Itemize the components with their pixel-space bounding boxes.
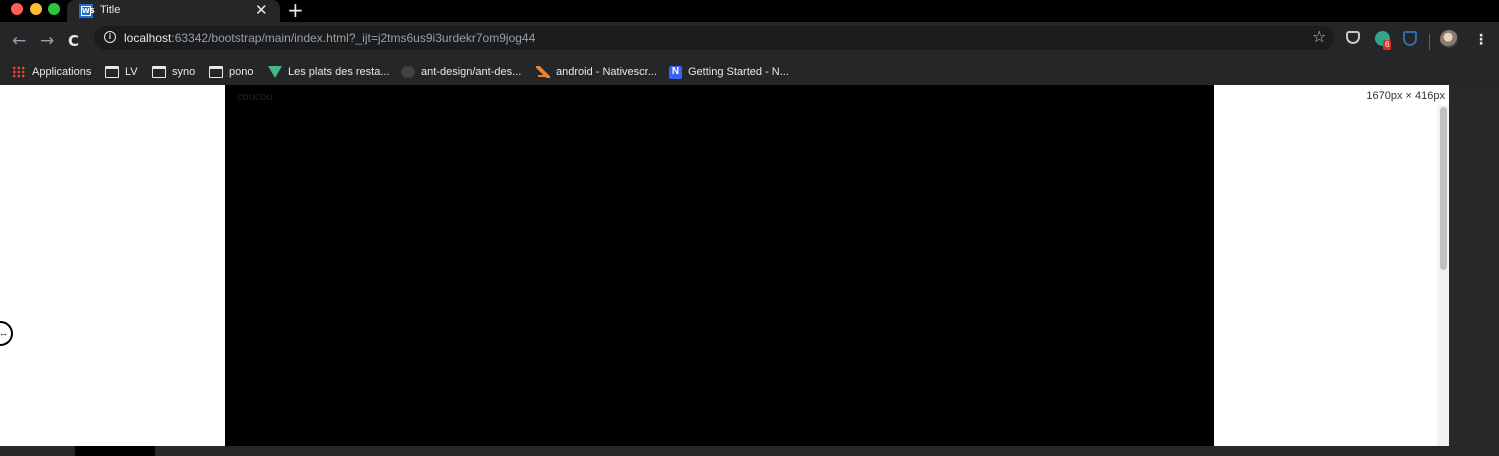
tab-title[interactable]: WS Title ✕: [67, 0, 280, 22]
folder-icon: [209, 66, 223, 78]
resize-handle-icon[interactable]: ↔: [0, 321, 13, 346]
n-logo-icon: N: [669, 65, 682, 79]
url-text[interactable]: localhost:63342/bootstrap/main/index.htm…: [124, 31, 535, 45]
back-button[interactable]: ←: [12, 31, 26, 51]
bookmark-applications[interactable]: Applications: [12, 64, 91, 80]
black-content-block: coucou: [225, 85, 1214, 456]
window-zoom-button[interactable]: [48, 3, 60, 15]
bookmark-label: ant-design/ant-des...: [421, 66, 522, 78]
window-close-button[interactable]: [11, 3, 23, 15]
bookmark-label: Applications: [32, 66, 92, 78]
folder-icon: [105, 66, 119, 78]
tab-label: Title: [100, 4, 121, 16]
apps-grid-icon: [12, 66, 26, 78]
side-panel: [1449, 85, 1499, 456]
bookmark-star-icon[interactable]: ☆: [1312, 27, 1326, 46]
bookmark-label: Les plats des resta...: [288, 66, 390, 78]
bookmark-label: LV: [125, 66, 138, 78]
toolbar-divider: [1429, 34, 1430, 50]
bookmark-pono[interactable]: pono: [209, 64, 253, 80]
bookmark-lv[interactable]: LV: [105, 64, 138, 80]
vue-icon: [268, 66, 282, 78]
bookmark-ant-design[interactable]: ant-design/ant-des...: [401, 64, 521, 80]
bookmark-label: pono: [229, 66, 254, 78]
bottom-panel: [0, 446, 1499, 456]
shield-icon[interactable]: [1403, 31, 1417, 46]
pocket-icon[interactable]: [1346, 31, 1360, 44]
bookmarks-bar: Applications LV syno pono Les plats des …: [0, 60, 1499, 85]
bookmark-label: Getting Started - N...: [688, 66, 789, 78]
block-text: coucou: [237, 91, 273, 103]
tab-strip: WS Title ✕ +: [0, 0, 1499, 22]
bookmark-les-plats[interactable]: Les plats des resta...: [268, 64, 390, 80]
bookmark-getting-started[interactable]: N Getting Started - N...: [669, 64, 789, 80]
close-tab-icon[interactable]: ✕: [255, 1, 268, 19]
bottom-panel-tab[interactable]: [75, 446, 155, 456]
folder-icon: [152, 66, 166, 78]
stackoverflow-icon: [536, 66, 550, 78]
info-icon[interactable]: i: [104, 31, 116, 43]
github-icon: [401, 66, 415, 78]
new-tab-button[interactable]: +: [287, 0, 304, 22]
reload-button[interactable]: C: [68, 32, 79, 50]
bookmark-label: android - Nativescr...: [556, 66, 657, 78]
bookmark-label: syno: [172, 66, 196, 78]
address-bar[interactable]: i localhost:63342/bootstrap/main/index.h…: [94, 26, 1334, 50]
window-minimize-button[interactable]: [30, 3, 42, 15]
browser-toolbar: ← → C i localhost:63342/bootstrap/main/i…: [0, 22, 1499, 60]
forward-button[interactable]: →: [40, 31, 54, 51]
bookmark-syno[interactable]: syno: [152, 64, 195, 80]
scrollbar-thumb[interactable]: [1440, 107, 1447, 270]
more-menu-icon[interactable]: ⋮: [1474, 32, 1488, 48]
profile-avatar[interactable]: [1440, 30, 1458, 48]
bookmark-android[interactable]: android - Nativescr...: [536, 64, 657, 80]
webstorm-icon: WS: [79, 4, 95, 18]
viewport-size-readout: 1670px × 416px: [1366, 90, 1445, 102]
page-viewport: coucou 1670px × 416px ↔: [0, 85, 1499, 456]
extension-badge: 6: [1383, 40, 1392, 50]
